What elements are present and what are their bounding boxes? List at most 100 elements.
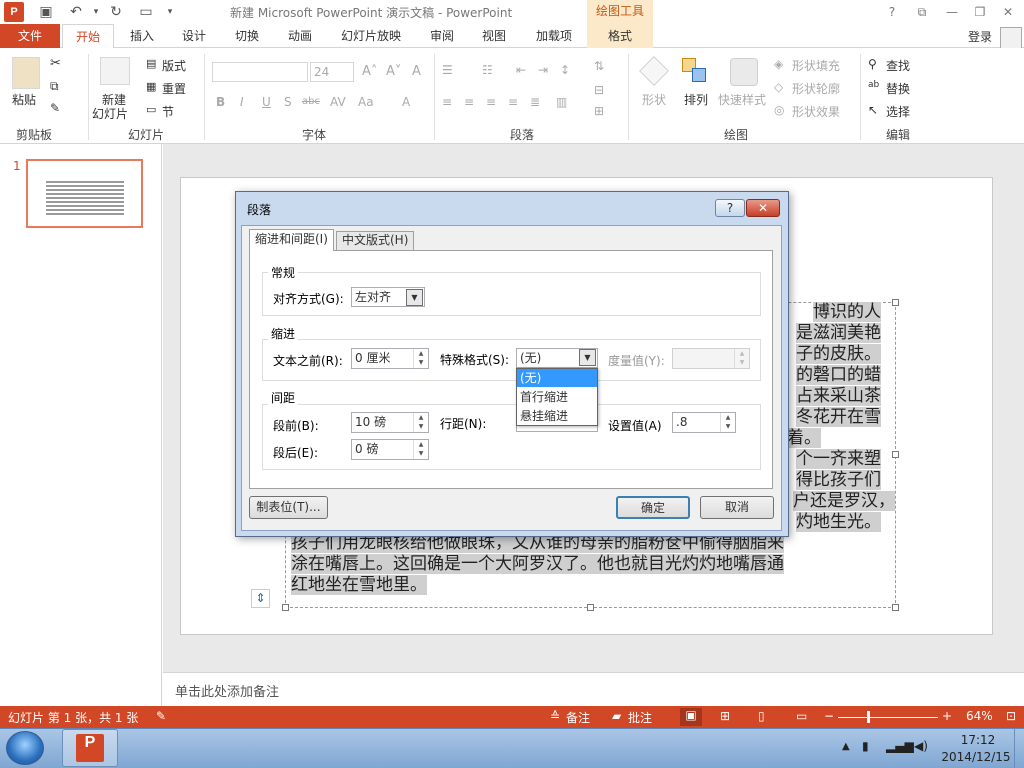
powerpoint-app-icon[interactable]: P [4,2,24,22]
spell-check-icon[interactable]: ✎ [156,709,166,723]
tab-slideshow[interactable]: 幻灯片放映 [333,24,409,48]
fit-slide-icon[interactable]: ⊡ [1006,709,1016,723]
undo-dropdown-icon[interactable]: ▾ [86,3,106,21]
autofit-options-icon[interactable]: ⇕ [251,589,270,608]
columns-icon[interactable]: ▥ [556,95,567,109]
underline-icon[interactable]: U [262,95,271,109]
notes-pane[interactable] [163,672,1024,706]
resize-handle[interactable] [892,451,899,458]
close-button[interactable]: ✕ [996,2,1020,22]
shape-outline-button[interactable]: 形状轮廓 [792,80,840,97]
new-slide-label-2[interactable]: 幻灯片 [92,105,128,122]
comments-icon[interactable]: ▰ [612,709,621,723]
section-button[interactable]: 节 [162,103,174,120]
find-icon[interactable]: ⚲ [868,57,877,71]
font-size-input[interactable]: 24 [310,62,354,82]
clear-format-icon[interactable]: A [412,64,421,79]
resize-handle[interactable] [282,604,289,611]
set-value-spinner[interactable]: ▲ ▼ [720,413,735,432]
clock-date[interactable]: 2014/12/15 [940,750,1012,764]
spacing-before-spinner[interactable]: ▲ ▼ [413,413,428,432]
ok-button[interactable]: 确定 [616,496,690,519]
arrange-icon[interactable] [682,58,708,84]
shadow-icon[interactable]: S [284,95,292,109]
resize-handle[interactable] [587,604,594,611]
new-slide-icon[interactable] [100,57,130,85]
special-format-option-hanging[interactable]: 悬挂缩进 [517,407,597,425]
special-format-option-first-line[interactable]: 首行缩进 [517,388,597,406]
layout-icon[interactable]: ▤ [146,57,156,70]
customize-qat-icon[interactable]: ▾ [160,3,180,21]
slide-thumbnail[interactable] [26,159,143,228]
line-spacing-icon[interactable]: ↕ [560,63,570,77]
alignment-dropdown-icon[interactable]: ▼ [406,289,423,306]
shrink-font-icon[interactable]: A˅ [386,64,401,79]
tab-review[interactable]: 审阅 [420,24,464,48]
spacing-after-spinner[interactable]: ▲ ▼ [413,440,428,459]
special-format-dropdown-icon[interactable]: ▼ [579,349,596,366]
grow-font-icon[interactable]: A˄ [362,64,377,79]
save-icon[interactable]: ▣ [36,3,56,21]
smartart-icon[interactable]: ⊞ [594,104,604,118]
cancel-button[interactable]: 取消 [700,496,774,519]
volume-icon[interactable]: ◀) [914,739,928,753]
find-button[interactable]: 查找 [886,57,910,74]
align-center-icon[interactable]: ≡ [464,95,474,109]
restore-button[interactable]: ❐ [968,2,992,22]
dialog-close-button[interactable]: ✕ [746,199,780,217]
font-color-icon[interactable]: A [402,95,410,109]
bullets-icon[interactable]: ☰ [442,63,453,77]
undo-icon[interactable]: ↶ [66,3,86,21]
minimize-button[interactable]: — [940,2,964,22]
layout-button[interactable]: 版式 [162,57,186,74]
select-button[interactable]: 选择 [886,103,910,120]
dialog-help-button[interactable]: ? [715,199,745,217]
shapes-button[interactable]: 形状 [642,91,666,108]
show-desktop-button[interactable] [1014,729,1024,768]
notes-toggle-button[interactable]: 备注 [566,709,590,726]
avatar[interactable] [1000,27,1022,49]
paste-button[interactable]: 粘贴 [12,91,36,108]
slideshow-view-icon[interactable]: ▭ [796,709,807,723]
reading-view-icon[interactable]: ▯ [758,709,765,723]
resize-handle[interactable] [892,299,899,306]
measure-spinner[interactable]: ▲ ▼ [734,349,749,368]
start-button[interactable] [6,731,44,765]
zoom-in-icon[interactable]: + [942,709,952,723]
normal-view-icon[interactable]: ▣ [680,708,702,726]
tab-view[interactable]: 视图 [472,24,516,48]
reset-button[interactable]: 重置 [162,80,186,97]
tab-file[interactable]: 文件 [0,24,60,48]
copy-icon[interactable]: ⧉ [50,79,59,94]
tab-chinese-layout[interactable]: 中文版式(H) [336,231,415,250]
format-painter-icon[interactable]: ✎ [50,101,60,115]
bold-icon[interactable]: B [216,95,225,109]
distributed-icon[interactable]: ≣ [530,95,540,109]
shape-effects-icon[interactable]: ◎ [774,103,784,117]
zoom-slider-thumb[interactable] [867,711,870,723]
tray-expand-icon[interactable]: ▲ [842,741,850,752]
tab-addins[interactable]: 加载项 [526,24,582,48]
decrease-indent-icon[interactable]: ⇤ [516,63,526,77]
start-slideshow-icon[interactable]: ▭ [136,3,156,21]
tab-home[interactable]: 开始 [62,24,114,49]
notes-toggle-icon[interactable]: ≙ [550,709,560,723]
slide-sorter-icon[interactable]: ⊞ [720,709,730,723]
increase-indent-icon[interactable]: ⇥ [538,63,548,77]
tab-indent-spacing[interactable]: 缩进和间距(I) [249,229,334,251]
sign-in-link[interactable]: 登录 [968,28,992,45]
replace-icon[interactable]: ab [868,80,879,90]
tab-format[interactable]: 格式 [587,24,653,48]
tab-design[interactable]: 设计 [172,24,216,48]
network-icon[interactable]: ▂▄▆ [886,739,914,753]
tray-device-icon[interactable]: ▮ [862,739,869,753]
section-icon[interactable]: ▭ [146,103,156,116]
shape-effects-button[interactable]: 形状效果 [792,103,840,120]
justify-icon[interactable]: ≡ [508,95,518,109]
replace-button[interactable]: 替换 [886,80,910,97]
zoom-level[interactable]: 64% [966,709,993,723]
tab-insert[interactable]: 插入 [120,24,164,48]
align-right-icon[interactable]: ≡ [486,95,496,109]
shape-fill-button[interactable]: 形状填充 [792,57,840,74]
tab-animations[interactable]: 动画 [278,24,322,48]
